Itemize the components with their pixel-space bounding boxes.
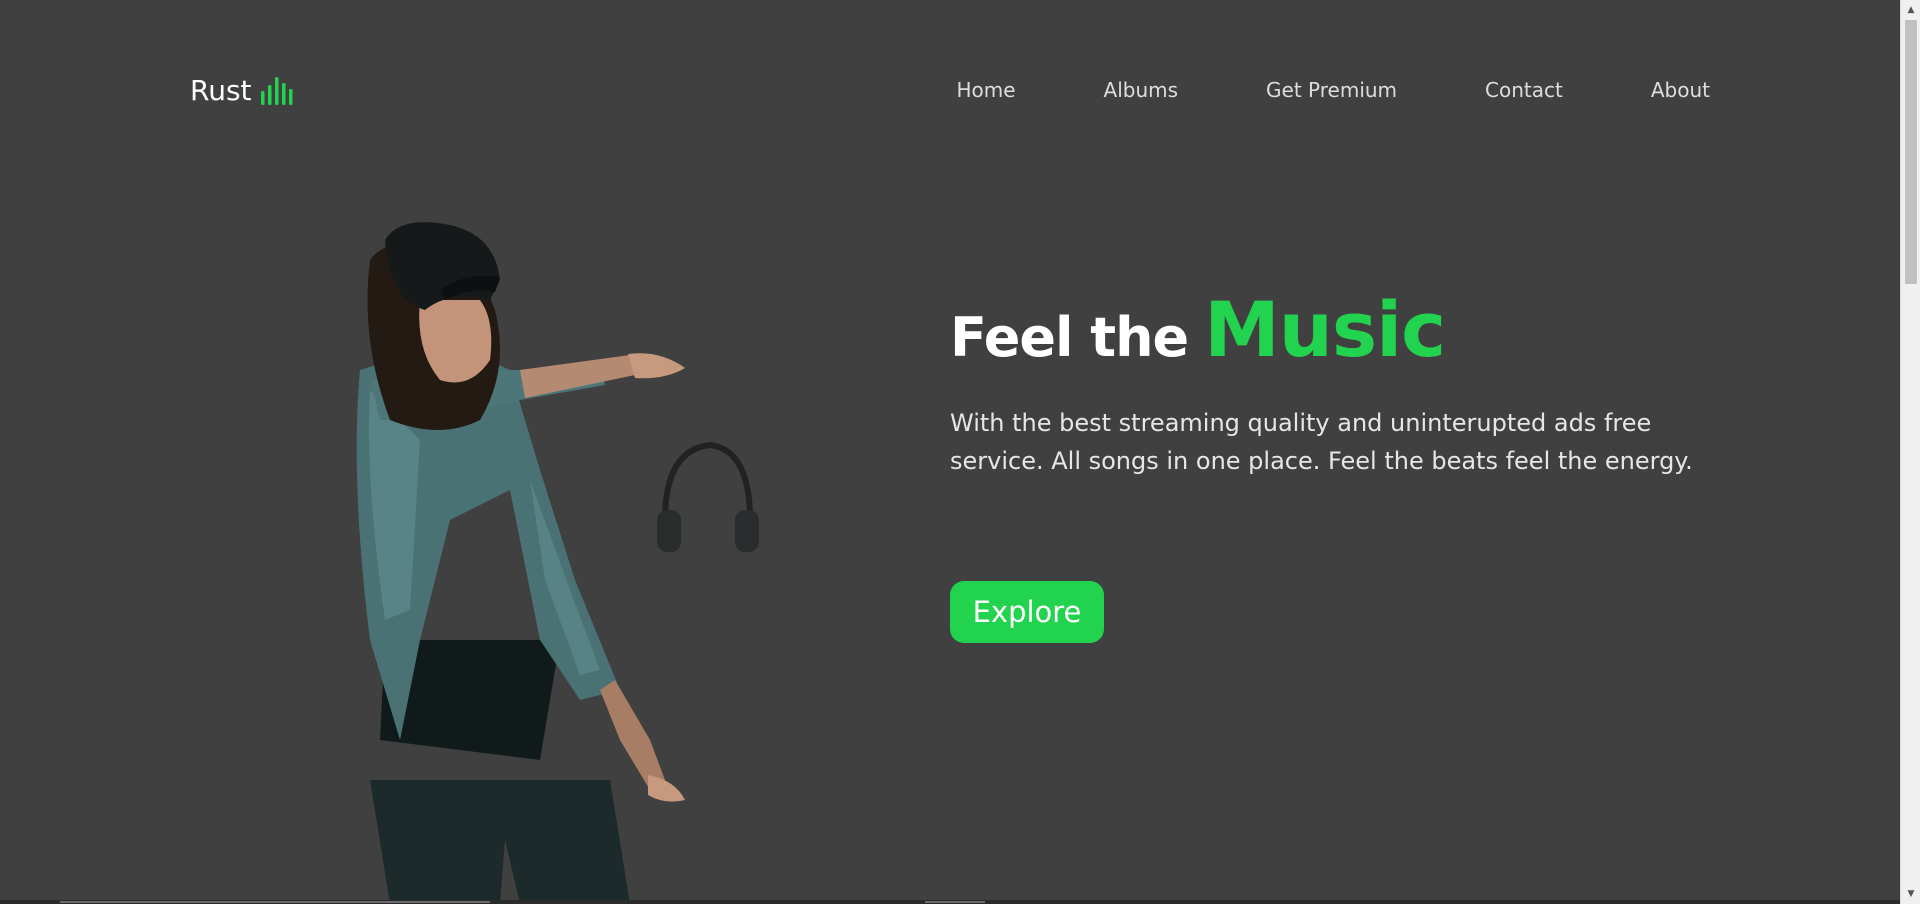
vertical-scrollbar[interactable]: ▲ ▼ [1900, 0, 1920, 904]
nav-item-home[interactable]: Home [956, 78, 1015, 102]
nav-item-about[interactable]: About [1651, 78, 1710, 102]
bottom-edge-strip [0, 900, 1900, 904]
hero-title-plain: Feel the [950, 306, 1189, 369]
scroll-down-arrow-icon[interactable]: ▼ [1901, 884, 1920, 904]
hero-title-accent: Music [1204, 285, 1446, 374]
navbar: Rust Home Albums Get Premium Contact Abo… [190, 68, 1710, 112]
equalizer-bars-icon [260, 76, 293, 105]
nav-menu: Home Albums Get Premium Contact About [956, 78, 1710, 102]
explore-button[interactable]: Explore [950, 581, 1104, 643]
scrollbar-thumb[interactable] [1905, 20, 1917, 284]
brand-name: Rust [190, 74, 252, 107]
bottom-strip-segment [925, 901, 985, 903]
nav-item-get-premium[interactable]: Get Premium [1266, 78, 1397, 102]
scroll-up-arrow-icon[interactable]: ▲ [1901, 0, 1920, 20]
hero-image [356, 222, 759, 904]
page: Rust Home Albums Get Premium Contact Abo… [0, 0, 1920, 904]
nav-item-contact[interactable]: Contact [1485, 78, 1563, 102]
nav-item-albums[interactable]: Albums [1104, 78, 1179, 102]
bottom-strip-segment [60, 901, 490, 903]
hero-description: With the best streaming quality and unin… [950, 409, 1693, 475]
hero-title: Feel the Music [950, 285, 1730, 374]
logo[interactable]: Rust [190, 74, 296, 107]
hero-content: Feel the Music With the best streaming q… [950, 285, 1730, 643]
